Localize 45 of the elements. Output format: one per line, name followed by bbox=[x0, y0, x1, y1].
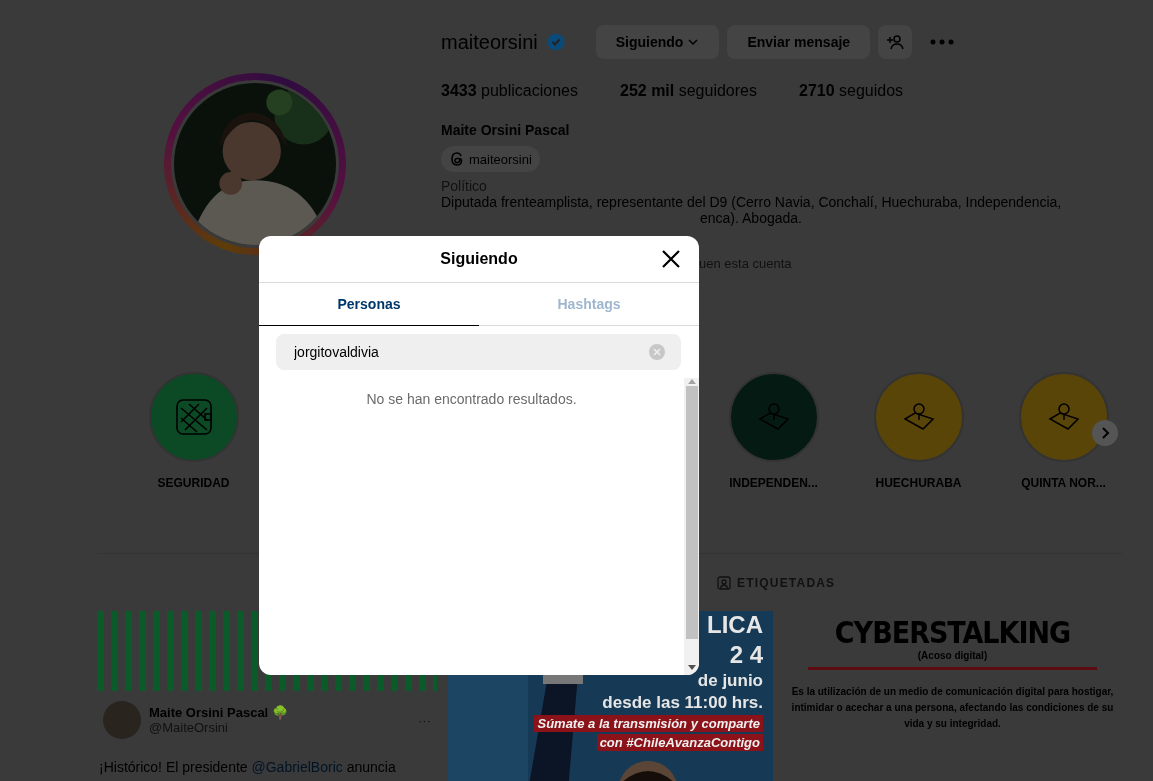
scrollbar[interactable] bbox=[684, 378, 699, 675]
empty-message: No se han encontrado resultados. bbox=[366, 391, 577, 407]
bio-text: Diputada frenteamplista, representante del D9 (Cerro Navia, Conchalí, Huechuraba, Independencia, bbox=[441, 194, 1062, 210]
highlight-label: QUINTA NOR... bbox=[1021, 476, 1106, 490]
bio-text: enca). Abogada. bbox=[700, 210, 802, 226]
poster-title: CYBERSTALKING bbox=[834, 615, 1071, 650]
chevron-right-icon bbox=[1100, 427, 1110, 439]
poster-text: LICA bbox=[707, 611, 763, 639]
add-user-button[interactable] bbox=[878, 25, 913, 59]
threads-icon bbox=[449, 151, 465, 167]
highlight-label: SEGURIDAD bbox=[157, 476, 230, 490]
add-user-icon bbox=[886, 34, 905, 50]
scroll-down-icon[interactable] bbox=[687, 665, 696, 671]
tweet-author: Maite Orsini Pascal 🌳 bbox=[149, 705, 288, 720]
poster-text: de junio bbox=[697, 671, 763, 691]
message-button[interactable]: Enviar mensaje bbox=[727, 25, 871, 59]
chevron-down-icon bbox=[687, 36, 700, 48]
poster-text: 2 4 bbox=[729, 641, 763, 669]
poster-text: Es la utilización de un medio de comunicación digital para hostigar, intimidar o acechar a una persona, afectando las condiciones de su vida y su integridad. bbox=[790, 685, 1115, 731]
mention-link[interactable]: @GabrielBoric bbox=[251, 759, 343, 775]
highlight-label: INDEPENDEN... bbox=[729, 476, 818, 490]
dialog-tab[interactable]: Personas bbox=[259, 283, 479, 326]
username: maiteorsini bbox=[441, 30, 538, 54]
poster-text: Súmate a la transmisión y comparte bbox=[534, 715, 763, 732]
full-name: Maite Orsini Pascal bbox=[441, 122, 571, 138]
profile-stat[interactable]: 2710 seguidos bbox=[799, 82, 904, 100]
search-field[interactable]: jorgitovaldivia bbox=[276, 334, 681, 370]
dialog-tab[interactable]: Hashtags bbox=[479, 283, 699, 326]
poster-subtitle: (Acoso digital) bbox=[807, 650, 1098, 670]
highlight-label: HUECHURABA bbox=[875, 476, 962, 490]
next-button[interactable] bbox=[1092, 420, 1118, 446]
threads-link[interactable]: maiteorsini bbox=[441, 146, 540, 172]
clear-icon[interactable] bbox=[649, 344, 665, 360]
avatar bbox=[103, 701, 141, 739]
following-button[interactable]: Siguiendo bbox=[595, 25, 720, 59]
poster-text: desde las 11:00 hrs. bbox=[602, 693, 763, 713]
more-icon bbox=[930, 39, 955, 45]
dialog-title: Siguiendo bbox=[440, 250, 518, 268]
poster-text: con #ChileAvanzaContigo bbox=[596, 734, 763, 751]
more-icon[interactable]: ··· bbox=[418, 712, 431, 728]
tagged-user-icon bbox=[717, 575, 731, 590]
profile-stat[interactable]: 3433 publicaciones bbox=[441, 82, 578, 100]
profile-stat[interactable]: 252 mil seguidores bbox=[620, 82, 757, 100]
scroll-up-icon[interactable] bbox=[687, 378, 696, 384]
tweet-text: ¡Histórico! El presidente @GabrielBoric anuncia bbox=[98, 758, 397, 777]
